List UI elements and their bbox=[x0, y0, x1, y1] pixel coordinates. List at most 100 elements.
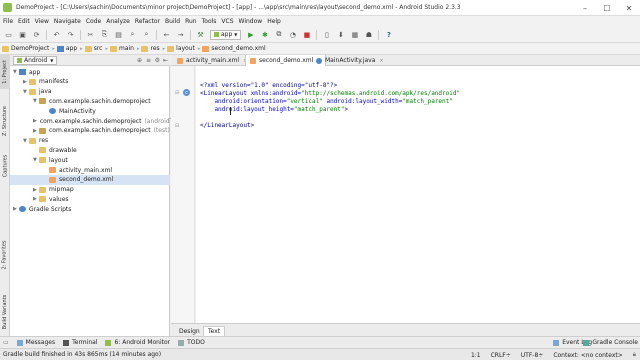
caret-position[interactable]: 1:1 bbox=[471, 352, 481, 359]
forward-icon[interactable]: → bbox=[176, 30, 185, 39]
save-all-icon[interactable]: ▣ bbox=[18, 30, 27, 39]
redo-icon[interactable]: ↷ bbox=[66, 30, 75, 39]
line-separator[interactable]: CRLF÷ bbox=[491, 352, 511, 359]
tab-captures[interactable]: Captures bbox=[0, 149, 10, 183]
menu-build[interactable]: Build bbox=[165, 18, 180, 25]
profile-icon[interactable]: ◔ bbox=[288, 30, 297, 39]
tree-item[interactable]: ▶ Gradle Scripts bbox=[10, 204, 170, 214]
tab-project[interactable]: 1: Project bbox=[0, 55, 10, 89]
tool-gradle-console[interactable]: Gradle Console bbox=[583, 339, 638, 346]
menu-view[interactable]: View bbox=[35, 18, 49, 25]
menu-refactor[interactable]: Refactor bbox=[135, 18, 160, 25]
sync-icon[interactable]: ⟳ bbox=[32, 30, 41, 39]
tree-item[interactable]: ▶ manifests bbox=[10, 77, 170, 87]
find-icon[interactable]: ⌕ bbox=[128, 30, 137, 39]
breadcrumb-item-res[interactable]: res ▸ bbox=[141, 45, 165, 52]
paste-icon[interactable]: ▤ bbox=[114, 30, 123, 39]
tab-text[interactable]: Text bbox=[203, 326, 226, 336]
tree-item[interactable]: ▶ values bbox=[10, 194, 170, 204]
tree-item[interactable]: ▼ app bbox=[10, 67, 170, 77]
tree-item[interactable]: ▼ java bbox=[10, 87, 170, 97]
attach-debugger-icon[interactable]: ⧉ bbox=[274, 30, 283, 39]
hide-panel-icon[interactable]: ⇤ bbox=[163, 57, 168, 64]
breadcrumb-item-src[interactable]: src ▸ bbox=[84, 45, 108, 52]
tree-item[interactable]: ▼ com.example.sachin.demoproject bbox=[10, 96, 170, 106]
replace-icon[interactable]: ⌕ bbox=[142, 30, 151, 39]
run-icon[interactable]: ▶ bbox=[246, 30, 255, 39]
minimize-button[interactable]: – bbox=[574, 0, 596, 16]
breadcrumb-item-file[interactable]: second_demo.xml bbox=[202, 45, 266, 52]
menu-tools[interactable]: Tools bbox=[202, 18, 217, 25]
expand-right-icon[interactable]: ▶ bbox=[33, 118, 37, 124]
project-structure-icon[interactable]: ▦ bbox=[350, 30, 359, 39]
menu-file[interactable]: File bbox=[3, 18, 13, 25]
code-editor[interactable]: <?xml version="1.0" encoding="utf-8"?> <… bbox=[196, 66, 640, 323]
tab-mainactivity-java[interactable]: MainActivity.java × bbox=[312, 55, 388, 66]
chevron-right-icon: ▸ bbox=[162, 45, 166, 52]
help-icon[interactable]: ? bbox=[384, 30, 393, 39]
context-indicator[interactable]: Context: <no context> bbox=[553, 352, 622, 359]
stop-icon[interactable]: ■ bbox=[302, 30, 311, 39]
tree-item-label: drawable bbox=[49, 146, 77, 154]
open-folder-icon[interactable]: ▭ bbox=[4, 30, 13, 39]
menu-window[interactable]: Window bbox=[239, 18, 263, 25]
tool-android-monitor[interactable]: 6: Android Monitor bbox=[105, 339, 170, 346]
tab-activity-main-xml[interactable]: activity_main.xml× bbox=[173, 55, 251, 66]
tool-todo[interactable]: TODO bbox=[178, 339, 205, 346]
tab-structure[interactable]: Z: Structure bbox=[0, 99, 10, 143]
sync-scroll-icon[interactable]: ⊕ bbox=[137, 57, 142, 64]
avd-manager-icon[interactable]: ▯ bbox=[322, 30, 331, 39]
android-device-monitor-icon[interactable]: ☗ bbox=[364, 30, 373, 39]
tree-item[interactable]: ▼ res bbox=[10, 136, 170, 146]
make-project-icon[interactable]: ⚒ bbox=[196, 30, 205, 39]
copy-icon[interactable]: ⎘ bbox=[100, 30, 109, 39]
sdk-manager-icon[interactable]: ⬇ bbox=[336, 30, 345, 39]
tool-terminal[interactable]: Terminal bbox=[63, 339, 97, 346]
file-encoding[interactable]: UTF-8÷ bbox=[521, 352, 544, 359]
tree-item[interactable]: ▶ com.example.sachin.demoproject (test) bbox=[10, 126, 170, 136]
tree-item[interactable]: activity_main.xml bbox=[10, 165, 170, 175]
close-icon[interactable]: × bbox=[379, 58, 383, 64]
menu-edit[interactable]: Edit bbox=[18, 18, 30, 25]
breadcrumb-item-app[interactable]: app ▸ bbox=[56, 45, 83, 52]
xml-file-icon bbox=[202, 45, 210, 52]
panel-toggle-icon[interactable]: ▭ bbox=[3, 339, 9, 346]
tree-item[interactable]: second_demo.xml bbox=[10, 174, 170, 185]
fold-icon[interactable]: ⊟ bbox=[175, 123, 179, 129]
project-view-select[interactable]: Android ▼ bbox=[13, 55, 58, 65]
tree-item[interactable]: ▶ mipmap bbox=[10, 185, 170, 195]
gradle-icon bbox=[583, 339, 590, 346]
editor-gutter[interactable]: c ⊟ ⊟ bbox=[171, 66, 195, 323]
debug-icon[interactable]: ✱ bbox=[260, 30, 269, 39]
menu-code[interactable]: Code bbox=[86, 18, 101, 25]
collapse-all-icon[interactable]: ≡ bbox=[146, 57, 151, 64]
layout-preview-icon[interactable]: c bbox=[183, 89, 190, 96]
close-button[interactable]: ✕ bbox=[618, 0, 640, 16]
breadcrumb-item-project[interactable]: DemoProject ▸ bbox=[2, 45, 55, 52]
run-config-select[interactable]: app ▼ bbox=[210, 29, 242, 40]
menu-vcs[interactable]: VCS bbox=[221, 18, 233, 25]
menu-navigate[interactable]: Navigate bbox=[54, 18, 81, 25]
menu-analyze[interactable]: Analyze bbox=[106, 18, 130, 25]
tree-item[interactable]: ▶ com.example.sachin.demoproject (androidT… bbox=[10, 116, 184, 126]
cut-icon[interactable]: ✂ bbox=[86, 30, 95, 39]
tree-item-label: manifests bbox=[39, 78, 69, 86]
settings-gear-icon[interactable]: ⚙ bbox=[155, 57, 160, 64]
tree-item[interactable]: drawable bbox=[10, 145, 170, 155]
tab-build-variants[interactable]: Build Variants bbox=[0, 290, 10, 334]
fold-icon[interactable]: ⊟ bbox=[175, 90, 179, 96]
tree-item-label: res bbox=[39, 137, 49, 145]
maximize-button[interactable]: ☐ bbox=[596, 0, 618, 16]
tab-favorites[interactable]: 2: Favorites bbox=[0, 235, 10, 275]
breadcrumb-item-layout[interactable]: layout ▸ bbox=[167, 45, 200, 52]
tree-item[interactable]: MainActivity bbox=[10, 106, 170, 116]
tab-design[interactable]: Design bbox=[175, 326, 204, 336]
undo-icon[interactable]: ↶ bbox=[52, 30, 61, 39]
tool-messages[interactable]: Messages bbox=[16, 339, 55, 346]
menu-help[interactable]: Help bbox=[267, 18, 281, 25]
tree-item[interactable]: ▼ layout bbox=[10, 155, 170, 165]
breadcrumb-item-main[interactable]: main ▸ bbox=[109, 45, 139, 52]
menu-run[interactable]: Run bbox=[185, 18, 197, 25]
back-icon[interactable]: ← bbox=[162, 30, 171, 39]
lock-icon[interactable]: 🔒︎ bbox=[633, 351, 636, 359]
